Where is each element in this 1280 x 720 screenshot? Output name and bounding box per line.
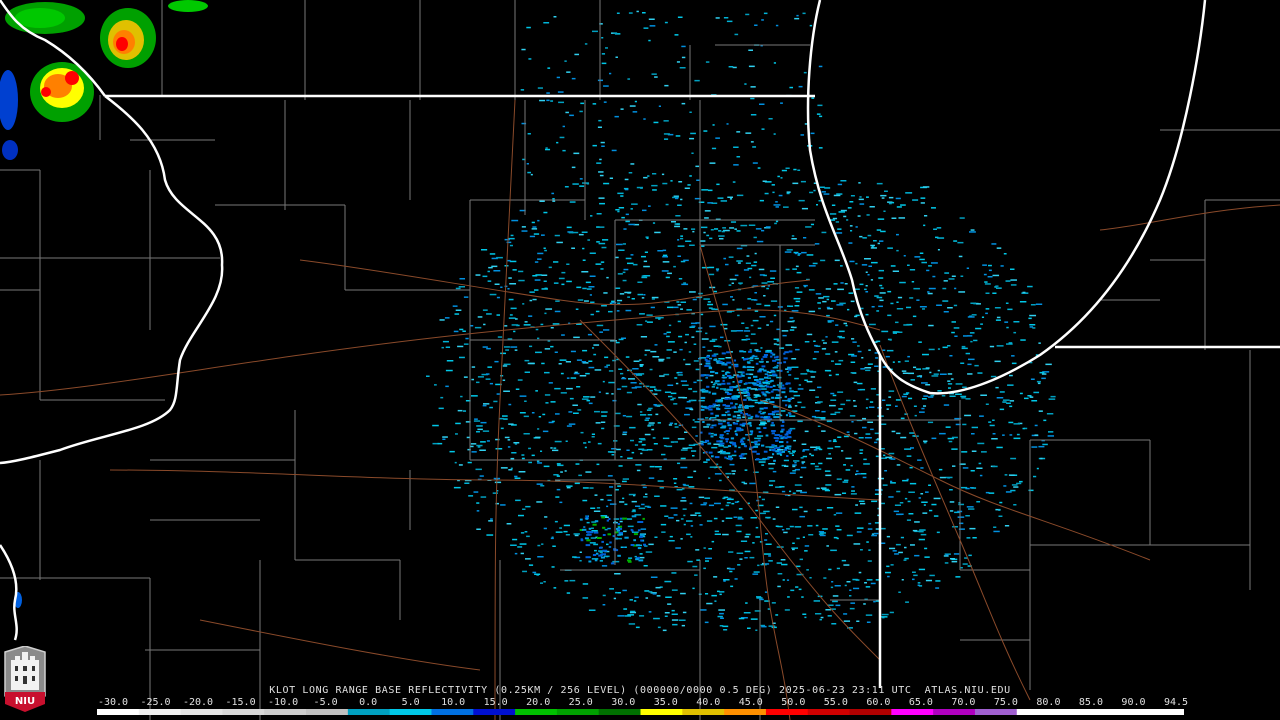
colorbar-label: 20.0 [526,697,551,708]
colorbar-swatch [515,709,558,715]
colorbar-label: 55.0 [823,697,848,708]
colorbar-label: 50.0 [781,697,806,708]
colorbar-label: 75.0 [993,697,1018,708]
colorbar-label: 25.0 [568,697,593,708]
colorbar-swatch [1016,709,1060,715]
colorbar-label: 10.0 [441,697,466,708]
colorbar-swatch [473,709,516,715]
colorbar-label: -20.0 [182,697,214,708]
colorbar-swatch [974,709,1018,715]
colorbar-swatch [724,709,767,715]
colorbar-swatch [264,709,307,715]
colorbar-swatch [891,709,934,715]
colorbar-swatch [556,709,600,715]
colorbar-label: 0.0 [359,697,378,708]
product-title: KLOT LONG RANGE BASE REFLECTIVITY (0.25K… [269,685,1011,696]
colorbar-label: -30.0 [97,697,129,708]
reflectivity-colorbar [97,709,1184,715]
colorbar-label: 45.0 [738,697,763,708]
colorbar-swatch [1142,709,1184,715]
colorbar-label: -25.0 [140,697,171,708]
colorbar-label: -15.0 [225,697,256,708]
colorbar-label: 35.0 [653,697,678,708]
logo-text: NIU [15,696,35,707]
colorbar-label: 60.0 [866,697,891,708]
colorbar-swatch [389,709,432,715]
colorbar-label: -10.0 [268,697,299,708]
colorbar-label: -5.0 [313,697,338,708]
colorbar-label: 94.5 [1163,697,1189,708]
colorbar-swatch [765,709,809,715]
colorbar-label: 15.0 [483,697,508,708]
colorbar-labels: -30.0 -25.0 -20.0 -15.0 -10.0 -5.0 0.0 5.0 10.0 1… [0,697,1280,709]
colorbar-swatch [431,709,474,715]
colorbar-swatch [1100,709,1143,715]
colorbar-swatch [807,709,851,715]
colorbar-label: 40.0 [696,697,721,708]
colorbar-label: 65.0 [908,697,933,708]
colorbar-swatch [138,709,182,715]
colorbar-swatch [347,709,391,715]
colorbar-label: 90.0 [1121,697,1146,708]
colorbar-swatch [1058,709,1101,715]
colorbar-label: 5.0 [401,697,420,708]
colorbar-swatch [933,709,976,715]
radar-map [0,0,1280,720]
colorbar-swatch [682,709,725,715]
niu-logo-icon: NIU [4,646,46,712]
colorbar-label: 80.0 [1036,697,1061,708]
colorbar-swatch [849,709,892,715]
colorbar-label: 85.0 [1078,697,1103,708]
colorbar-swatch [180,709,223,715]
colorbar-swatch [97,709,140,715]
colorbar-swatch [306,709,349,715]
colorbar-swatch [640,709,683,715]
colorbar-swatch [222,709,265,715]
colorbar-label: 70.0 [951,697,976,708]
colorbar-swatch [598,709,641,715]
colorbar-label: 30.0 [611,697,636,708]
